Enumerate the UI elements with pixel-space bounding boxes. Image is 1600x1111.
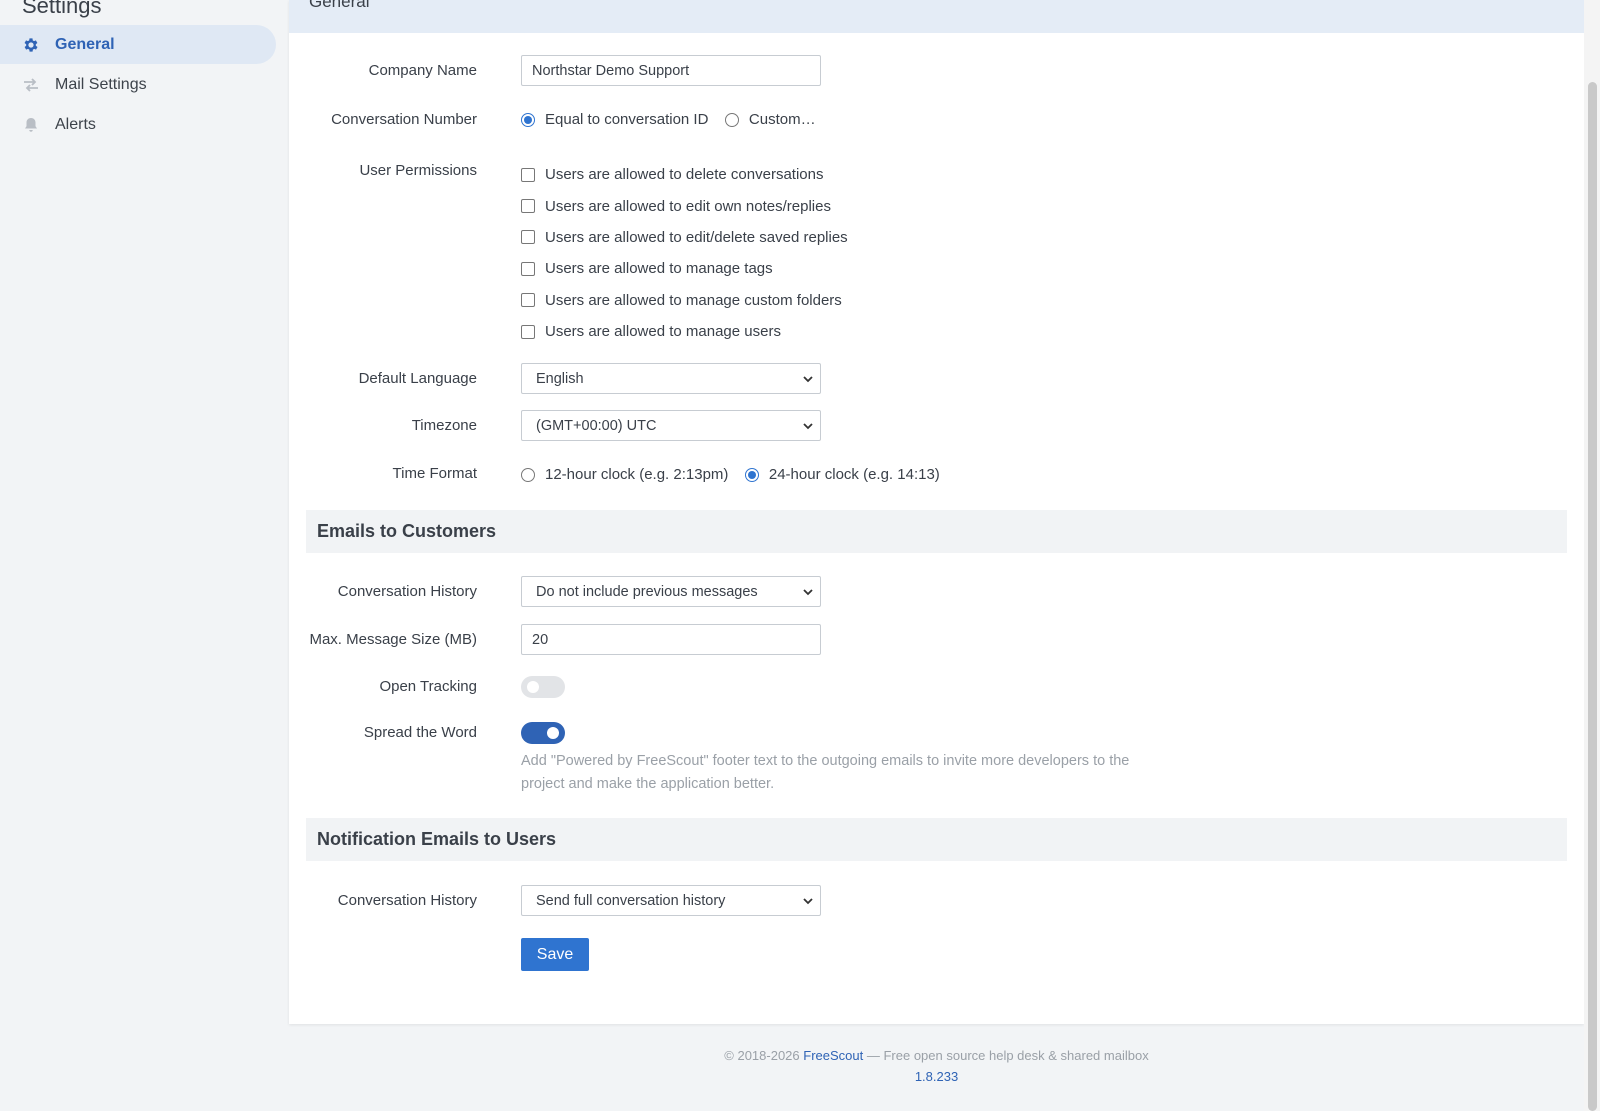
section-emails-to-customers: Emails to Customers <box>306 510 1567 553</box>
permission-label: Users are allowed to manage tags <box>545 260 773 278</box>
permission-delete-conversations[interactable]: Users are allowed to delete conversation… <box>521 159 848 190</box>
time-format-option-24h[interactable]: 24-hour clock (e.g. 14:13) <box>744 466 940 483</box>
permission-label: Users are allowed to manage users <box>545 323 781 341</box>
toggle-knob <box>547 727 559 739</box>
spread-the-word-label: Spread the Word <box>363 724 477 741</box>
open-tracking-toggle[interactable] <box>521 676 565 698</box>
chevron-down-icon <box>803 375 813 382</box>
conversation-number-label: Conversation Number <box>331 111 477 128</box>
spread-the-word-toggle[interactable] <box>521 722 565 744</box>
settings-nav: General Mail Settings Alerts <box>0 25 276 145</box>
default-language-label: Default Language <box>358 370 477 387</box>
footer-brand-link[interactable]: FreeScout <box>803 1048 863 1063</box>
footer-tagline: — Free open source help desk & shared ma… <box>866 1048 1149 1063</box>
radio-unselected[interactable] <box>724 112 739 127</box>
scrollbar-thumb[interactable] <box>1588 82 1597 1111</box>
page-scrollbar[interactable] <box>1584 0 1600 1111</box>
notification-conversation-history-label: Conversation History <box>337 892 477 909</box>
timezone-select[interactable]: (GMT+00:00) UTC <box>521 410 821 441</box>
settings-sidebar: Settings General Mail Settings Alerts <box>0 0 282 1111</box>
gear-icon <box>22 36 40 54</box>
footer-line: © 2018-2026 FreeScout — Free open source… <box>289 1048 1584 1063</box>
select-value: (GMT+00:00) UTC <box>536 417 657 434</box>
permission-label: Users are allowed to edit own notes/repl… <box>545 197 831 215</box>
exchange-arrows-icon <box>22 76 40 94</box>
sidebar-item-label: General <box>55 35 115 53</box>
company-name-label: Company Name <box>368 62 477 79</box>
chevron-down-icon <box>803 422 813 429</box>
permission-manage-users[interactable]: Users are allowed to manage users <box>521 316 848 347</box>
radio-unselected[interactable] <box>521 467 535 482</box>
permission-edit-saved-replies[interactable]: Users are allowed to edit/delete saved r… <box>521 222 848 253</box>
radio-selected[interactable] <box>521 112 535 127</box>
customer-conversation-history-label: Conversation History <box>337 583 477 600</box>
notification-conversation-history-select[interactable]: Send full conversation history <box>521 885 821 916</box>
user-permissions-label: User Permissions <box>359 162 477 179</box>
sidebar-item-label: Alerts <box>55 115 96 133</box>
permission-label: Users are allowed to manage custom folde… <box>545 291 842 309</box>
page-footer: © 2018-2026 FreeScout — Free open source… <box>289 1048 1584 1084</box>
section-notification-emails: Notification Emails to Users <box>306 818 1567 861</box>
spread-the-word-help: Add "Powered by FreeScout" footer text t… <box>521 753 1130 792</box>
select-value: English <box>536 370 584 387</box>
option-label: 12-hour clock (e.g. 2:13pm) <box>545 466 729 483</box>
option-label: Custom… <box>748 111 816 128</box>
time-format-label: Time Format <box>392 465 477 482</box>
sidebar-item-alerts[interactable]: Alerts <box>0 105 276 144</box>
checkbox[interactable] <box>521 230 535 245</box>
save-button[interactable]: Save <box>521 938 589 971</box>
footer-copyright: © 2018-2026 <box>724 1048 800 1063</box>
checkbox[interactable] <box>521 293 535 308</box>
company-name-input[interactable]: Northstar Demo Support <box>521 55 821 86</box>
select-value: Do not include previous messages <box>536 583 758 600</box>
permission-label: Users are allowed to edit/delete saved r… <box>545 228 848 246</box>
toggle-knob <box>527 681 539 693</box>
chevron-down-icon <box>803 897 813 904</box>
footer-version[interactable]: 1.8.233 <box>289 1069 1584 1084</box>
checkbox[interactable] <box>521 199 535 214</box>
option-label: Equal to conversation ID <box>545 111 709 128</box>
sidebar-item-mail-settings[interactable]: Mail Settings <box>0 65 276 104</box>
permission-label: Users are allowed to delete conversation… <box>545 166 824 184</box>
permission-manage-folders[interactable]: Users are allowed to manage custom folde… <box>521 285 848 316</box>
sidebar-item-label: Mail Settings <box>55 75 147 93</box>
checkbox[interactable] <box>521 261 535 276</box>
radio-selected[interactable] <box>744 467 759 482</box>
timezone-label: Timezone <box>411 417 477 434</box>
time-format-option-12h[interactable]: 12-hour clock (e.g. 2:13pm) <box>521 466 728 483</box>
checkbox[interactable] <box>521 324 535 339</box>
settings-panel: General Company Name Northstar Demo Supp… <box>289 0 1584 1024</box>
checkbox[interactable] <box>521 167 535 182</box>
default-language-select[interactable]: English <box>521 363 821 394</box>
sidebar-item-general[interactable]: General <box>0 25 276 64</box>
chevron-down-icon <box>803 588 813 595</box>
permission-manage-tags[interactable]: Users are allowed to manage tags <box>521 253 848 284</box>
panel-title: General <box>309 0 370 11</box>
max-message-size-label: Max. Message Size (MB) <box>309 631 477 648</box>
bell-icon <box>22 116 40 134</box>
max-message-size-input[interactable]: 20 <box>521 624 821 655</box>
panel-header: General <box>289 0 1584 33</box>
conversation-number-option-equal[interactable]: Equal to conversation ID <box>521 111 708 128</box>
conversation-number-option-custom[interactable]: Custom… <box>724 111 816 128</box>
permission-edit-notes[interactable]: Users are allowed to edit own notes/repl… <box>521 190 848 221</box>
option-label: 24-hour clock (e.g. 14:13) <box>768 466 940 483</box>
open-tracking-label: Open Tracking <box>379 678 477 695</box>
select-value: Send full conversation history <box>536 892 726 909</box>
sidebar-title: Settings <box>22 0 102 18</box>
customer-conversation-history-select[interactable]: Do not include previous messages <box>521 576 821 607</box>
